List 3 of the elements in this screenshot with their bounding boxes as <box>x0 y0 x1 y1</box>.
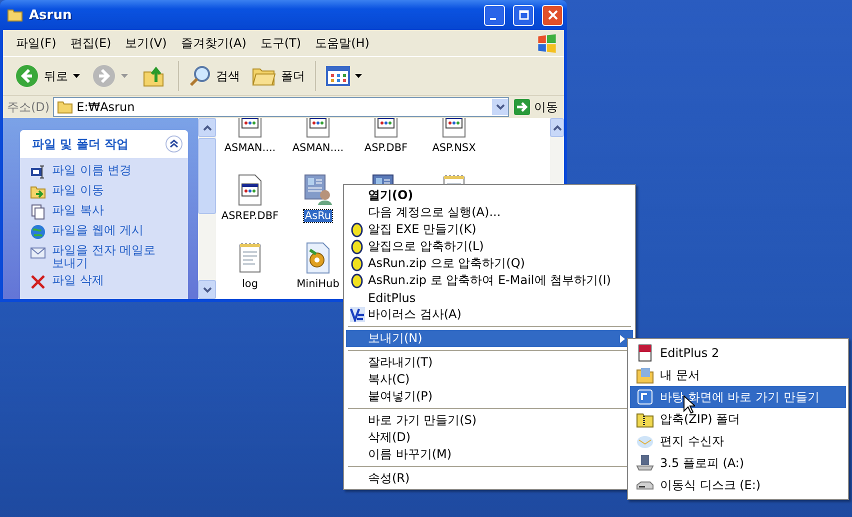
panel-title: 파일 및 폴더 작업 <box>32 136 129 152</box>
window-title: Asrun <box>29 8 72 22</box>
address-label: 주소(D) <box>7 98 50 116</box>
